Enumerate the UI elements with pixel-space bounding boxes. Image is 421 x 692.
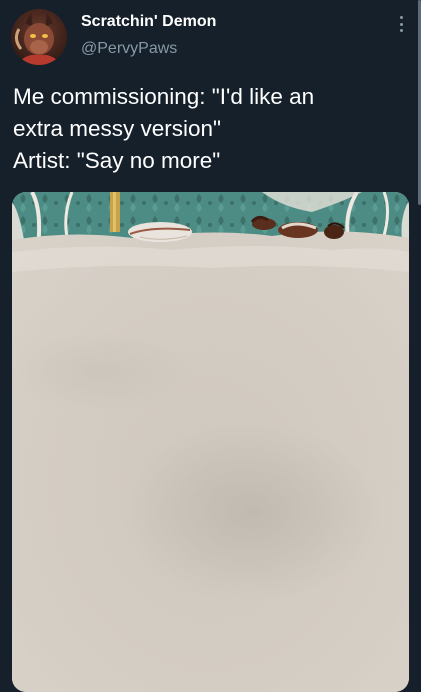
tweet-text-line: Me commissioning: "I'd like an (13, 84, 315, 109)
tweet-text-line: extra messy version" (13, 116, 222, 141)
tweet-text: Me commissioning: "I'd like an extra mes… (13, 81, 408, 177)
demon-avatar-icon (11, 9, 67, 65)
tweet-text-line: Artist: "Say no more" (13, 148, 221, 173)
more-options-icon[interactable] (395, 14, 407, 34)
author-display-name[interactable]: Scratchin' Demon (81, 13, 216, 31)
tweet: Scratchin' Demon @PervyPaws Me commissio… (0, 0, 421, 692)
tweet-media-image[interactable] (12, 192, 409, 692)
author-handle[interactable]: @PervyPaws (81, 40, 177, 58)
avatar[interactable] (11, 9, 67, 65)
